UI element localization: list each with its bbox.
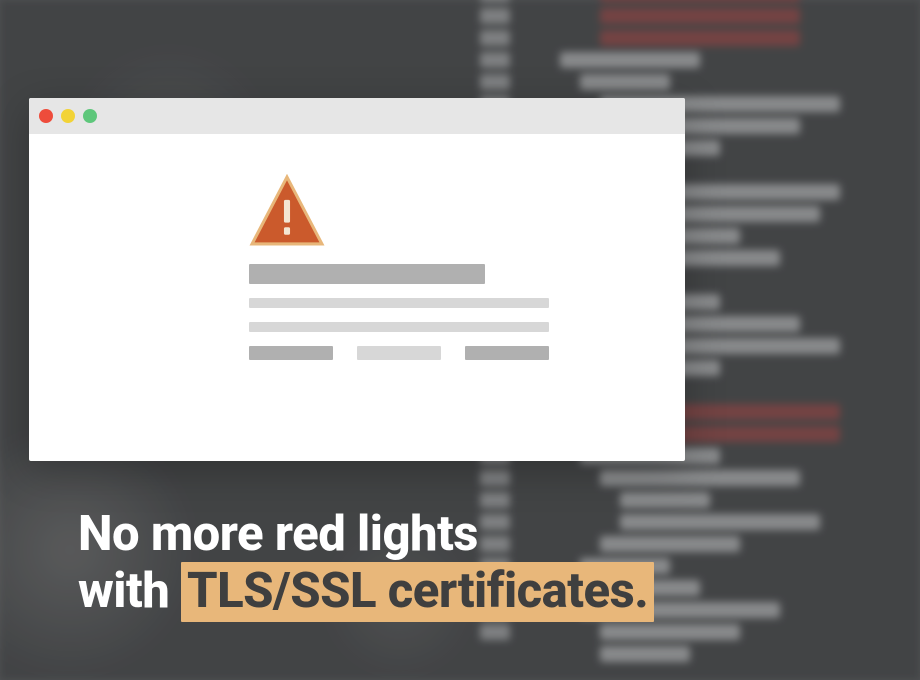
headline-highlight: TLS/SSL certificates. [181,562,654,621]
zoom-icon [83,109,97,123]
placeholder-line [249,264,485,284]
headline-line-1: No more red lights [78,505,654,562]
placeholder-line [249,322,549,332]
placeholder-button-row [249,346,569,374]
warning-triangle-icon [249,174,325,250]
headline-prefix: with [78,562,169,619]
window-body [29,134,685,174]
placeholder-button [249,346,333,360]
browser-window-mock [29,98,685,461]
close-icon [39,109,53,123]
window-titlebar [29,98,685,134]
promo-graphic: No more red lights with TLS/SSL certific… [0,0,920,680]
placeholder-button [357,346,441,360]
placeholder-line [249,298,549,308]
headline-line-2: with TLS/SSL certificates. [78,562,654,621]
error-text-placeholder [249,264,569,374]
minimize-icon [61,109,75,123]
placeholder-button [465,346,549,360]
headline: No more red lights with TLS/SSL certific… [78,505,654,622]
